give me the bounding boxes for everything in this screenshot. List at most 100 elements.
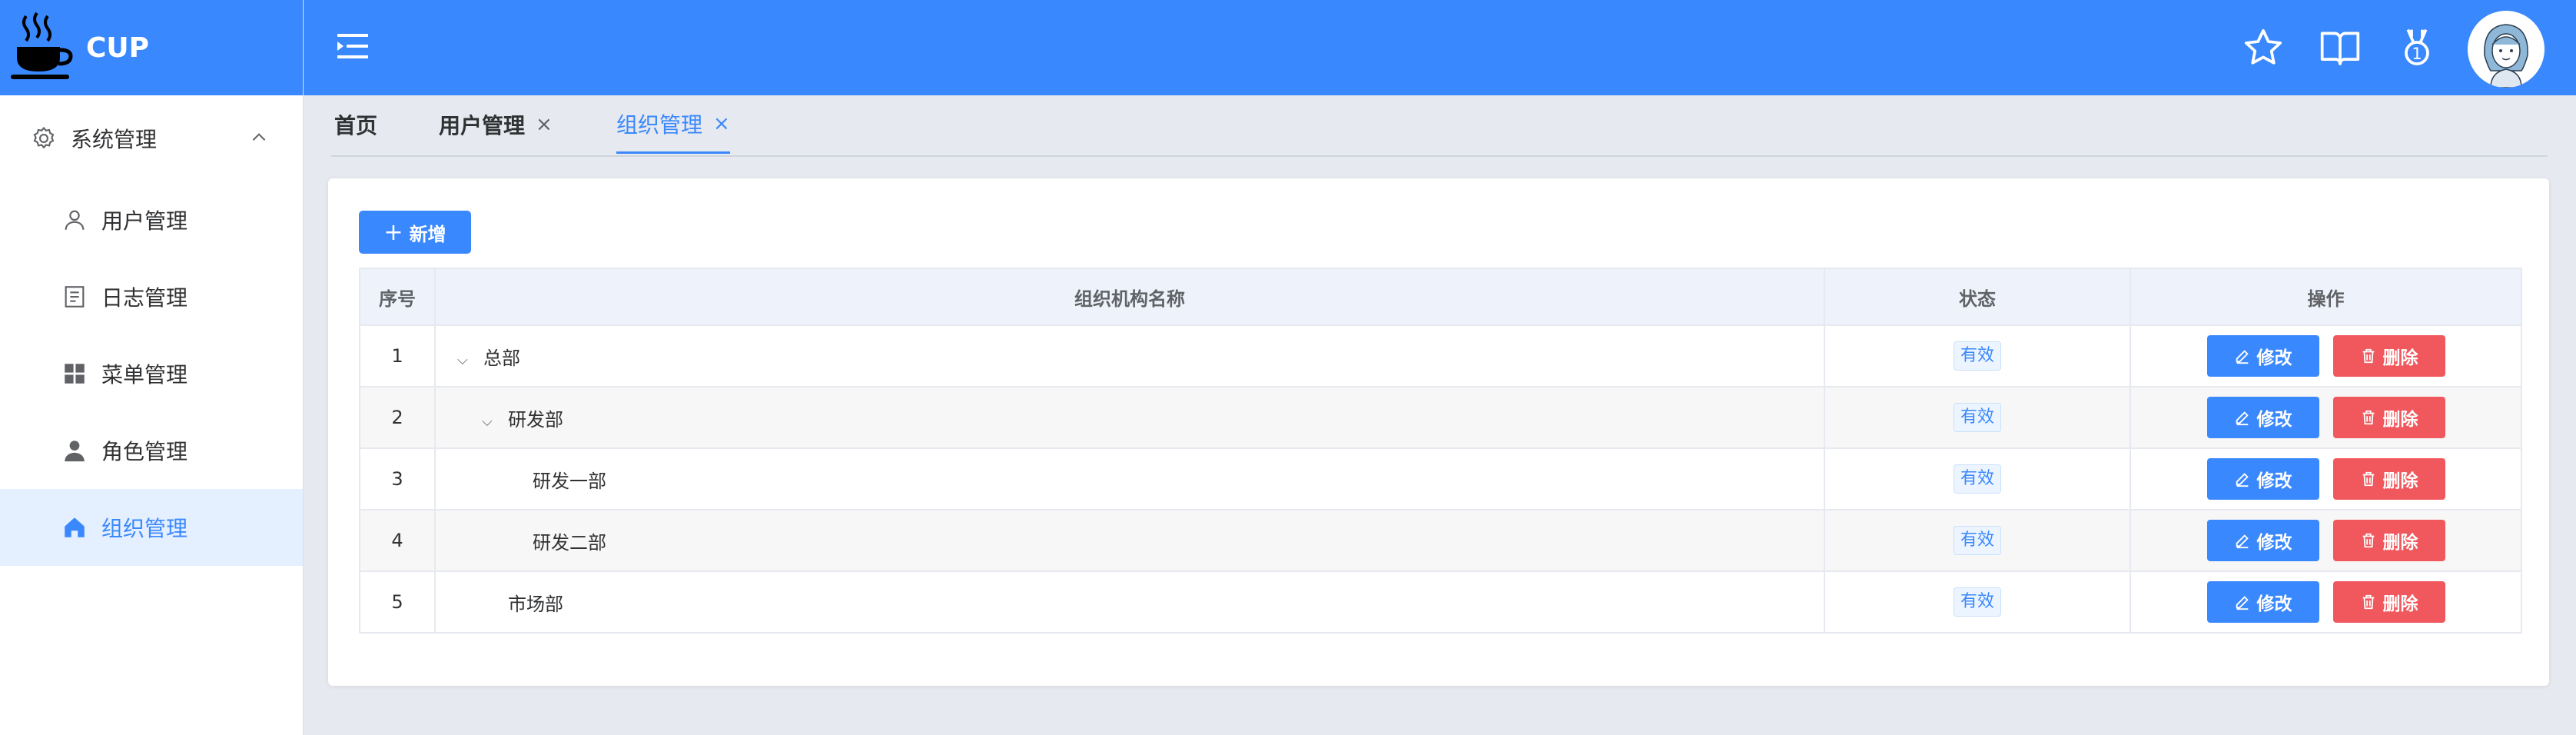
sidebar: CUP 系统管理 用户管理 日志管理 菜单管理 角色管理 组织管理 bbox=[0, 0, 304, 735]
document-icon bbox=[65, 286, 85, 308]
plus-icon: + bbox=[383, 218, 403, 246]
row-name: 市场部 bbox=[508, 593, 563, 615]
row-index: 3 bbox=[359, 447, 436, 511]
column-header-status: 状态 bbox=[1824, 268, 2131, 326]
row-name: 研发二部 bbox=[533, 531, 606, 554]
avatar-image bbox=[2468, 11, 2544, 88]
row-index: 1 bbox=[359, 324, 436, 387]
delete-label: 删除 bbox=[2382, 594, 2418, 614]
row-ops: 修改 删除 bbox=[2130, 447, 2522, 511]
tab-bar: 首页 用户管理 × 组织管理 × bbox=[304, 95, 2576, 157]
status-badge: 有效 bbox=[1953, 526, 2001, 555]
sidebar-item-menus[interactable]: 菜单管理 bbox=[0, 335, 303, 412]
row-status-cell: 有效 bbox=[1824, 324, 2131, 387]
edit-icon bbox=[2236, 534, 2249, 549]
add-button[interactable]: + 新增 bbox=[359, 211, 471, 254]
chevron-down-icon[interactable]: ⌵ bbox=[482, 414, 497, 430]
sidebar-item-users[interactable]: 用户管理 bbox=[0, 181, 303, 258]
edit-button[interactable]: 修改 bbox=[2206, 520, 2319, 561]
row-name-cell: ⌵ 总部 bbox=[434, 324, 1825, 387]
edit-icon bbox=[2236, 473, 2249, 487]
row-status-cell: 有效 bbox=[1824, 509, 2131, 572]
row-name: 研发一部 bbox=[533, 470, 606, 492]
tab-label: 组织管理 bbox=[616, 111, 703, 138]
person-icon bbox=[65, 441, 85, 462]
row-name-cell: 研发一部 bbox=[434, 447, 1825, 511]
column-header-ops: 操作 bbox=[2130, 268, 2522, 326]
home-icon bbox=[65, 517, 85, 537]
delete-button[interactable]: 删除 bbox=[2332, 581, 2445, 623]
row-index: 5 bbox=[359, 570, 436, 634]
star-icon[interactable] bbox=[2242, 26, 2285, 69]
sidebar-item-label: 菜单管理 bbox=[101, 362, 188, 387]
table-row: 5 市场部 有效 修改 删除 bbox=[359, 570, 2522, 634]
edit-icon bbox=[2236, 411, 2249, 426]
organization-table: 序号 组织机构名称 状态 操作 1 ⌵ 总部 有效 修改 删除 2 ⌵ 研发部 有效 … bbox=[359, 268, 2522, 634]
row-name-cell: 市场部 bbox=[434, 570, 1825, 634]
trash-icon bbox=[2362, 348, 2374, 364]
delete-button[interactable]: 删除 bbox=[2332, 520, 2445, 561]
app-logo[interactable]: CUP bbox=[0, 0, 303, 95]
coffee-cup-icon bbox=[11, 12, 73, 79]
delete-button[interactable]: 删除 bbox=[2332, 335, 2445, 377]
tab-divider bbox=[331, 155, 2548, 157]
sidebar-item-label: 角色管理 bbox=[101, 439, 188, 464]
content-card: + 新增 序号 组织机构名称 状态 操作 1 ⌵ 总部 有效 修改 删除 2 ⌵ 研 bbox=[328, 178, 2549, 686]
user-icon bbox=[65, 210, 85, 230]
sidebar-item-organization[interactable]: 组织管理 bbox=[0, 489, 303, 566]
row-ops: 修改 删除 bbox=[2130, 570, 2522, 634]
row-status-cell: 有效 bbox=[1824, 570, 2131, 634]
add-button-label: 新增 bbox=[409, 223, 446, 245]
trash-icon bbox=[2362, 410, 2374, 425]
edit-label: 修改 bbox=[2256, 471, 2292, 491]
edit-button[interactable]: 修改 bbox=[2206, 397, 2319, 438]
delete-button[interactable]: 删除 bbox=[2332, 458, 2445, 500]
edit-label: 修改 bbox=[2256, 348, 2292, 368]
table-row: 4 研发二部 有效 修改 删除 bbox=[359, 509, 2522, 572]
edit-button[interactable]: 修改 bbox=[2206, 335, 2319, 377]
row-index: 2 bbox=[359, 386, 436, 449]
table-row: 3 研发一部 有效 修改 删除 bbox=[359, 447, 2522, 511]
delete-button[interactable]: 删除 bbox=[2332, 397, 2445, 438]
trash-icon bbox=[2362, 471, 2374, 487]
sidebar-item-label: 组织管理 bbox=[101, 516, 188, 541]
medal-icon[interactable]: 1 bbox=[2395, 26, 2438, 69]
tab-organization[interactable]: 组织管理 × bbox=[616, 95, 730, 154]
gear-icon bbox=[33, 126, 55, 149]
table-row: 2 ⌵ 研发部 有效 修改 删除 bbox=[359, 386, 2522, 449]
sidebar-item-label: 日志管理 bbox=[101, 285, 188, 311]
edit-icon bbox=[2236, 596, 2249, 610]
edit-button[interactable]: 修改 bbox=[2206, 458, 2319, 500]
avatar[interactable] bbox=[2468, 11, 2544, 88]
row-status-cell: 有效 bbox=[1824, 386, 2131, 449]
row-name-cell: ⌵ 研发部 bbox=[434, 386, 1825, 449]
edit-label: 修改 bbox=[2256, 410, 2292, 430]
status-badge: 有效 bbox=[1953, 341, 2001, 371]
tab-label: 首页 bbox=[334, 113, 378, 138]
sidebar-item-label: 用户管理 bbox=[101, 208, 188, 234]
sidebar-group-system[interactable]: 系统管理 bbox=[0, 100, 303, 177]
row-name: 研发部 bbox=[508, 408, 563, 431]
tab-label: 用户管理 bbox=[439, 113, 526, 138]
row-name-cell: 研发二部 bbox=[434, 509, 1825, 572]
chevron-down-icon[interactable]: ⌵ bbox=[457, 352, 473, 368]
column-header-name: 组织机构名称 bbox=[434, 268, 1825, 326]
status-badge: 有效 bbox=[1953, 587, 2001, 617]
close-icon[interactable]: × bbox=[713, 112, 730, 135]
menu-fold-icon[interactable] bbox=[337, 32, 368, 60]
tab-user-management[interactable]: 用户管理 × bbox=[439, 95, 553, 154]
tab-home[interactable]: 首页 bbox=[334, 95, 377, 154]
row-ops: 修改 删除 bbox=[2130, 324, 2522, 387]
delete-label: 删除 bbox=[2382, 471, 2418, 491]
edit-label: 修改 bbox=[2256, 594, 2292, 614]
sidebar-item-logs[interactable]: 日志管理 bbox=[0, 258, 303, 335]
close-icon[interactable]: × bbox=[536, 113, 553, 136]
chevron-up-icon bbox=[252, 133, 266, 141]
grid-icon bbox=[65, 364, 85, 384]
book-icon[interactable] bbox=[2319, 26, 2362, 69]
edit-button[interactable]: 修改 bbox=[2206, 581, 2319, 623]
sidebar-item-roles[interactable]: 角色管理 bbox=[0, 412, 303, 489]
row-status-cell: 有效 bbox=[1824, 447, 2131, 511]
row-ops: 修改 删除 bbox=[2130, 386, 2522, 449]
status-badge: 有效 bbox=[1953, 464, 2001, 494]
